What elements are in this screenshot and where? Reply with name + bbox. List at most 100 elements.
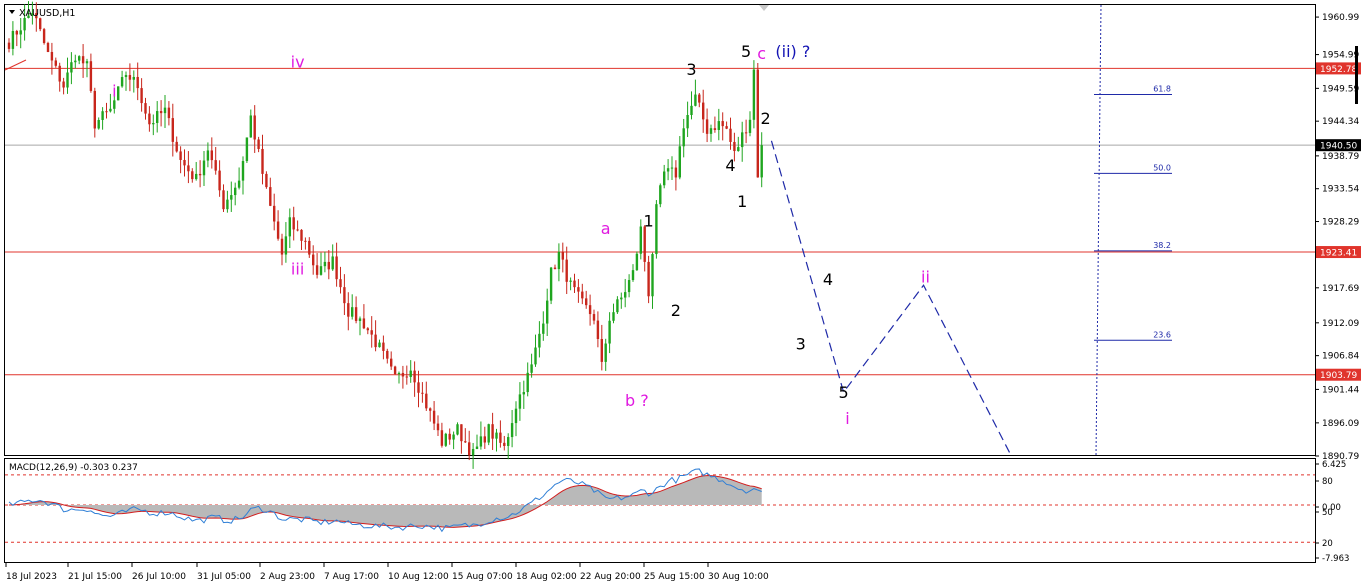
price-tick-label: 1917.69 bbox=[1322, 284, 1359, 294]
candle-body bbox=[561, 252, 564, 260]
candle-body bbox=[335, 256, 338, 280]
candle-body bbox=[530, 364, 533, 373]
time-tick-label: 21 Jul 15:00 bbox=[68, 572, 122, 582]
candle-body bbox=[206, 150, 210, 161]
candle-body bbox=[690, 105, 693, 115]
candle-body bbox=[280, 238, 284, 255]
candle-body bbox=[538, 333, 541, 348]
candle-body bbox=[756, 69, 759, 178]
candle-body bbox=[265, 173, 268, 188]
candle-body bbox=[390, 358, 393, 367]
macd-histogram bbox=[9, 475, 762, 528]
candle-body bbox=[347, 303, 350, 317]
candle-body bbox=[163, 107, 167, 114]
candle-body bbox=[191, 171, 194, 180]
price-tag-label: 1923.41 bbox=[1320, 249, 1357, 259]
candle-body bbox=[600, 339, 603, 362]
candle-body bbox=[62, 81, 65, 88]
candle-body bbox=[179, 151, 182, 160]
candle-body bbox=[159, 111, 163, 114]
candle-body bbox=[97, 119, 100, 129]
candle-body bbox=[503, 442, 506, 446]
candle-body bbox=[117, 86, 120, 101]
candle-body bbox=[694, 94, 697, 106]
candle-body bbox=[495, 432, 498, 439]
candle-body bbox=[565, 259, 568, 282]
time-tick-label: 22 Aug 20:00 bbox=[580, 572, 641, 582]
candle-body bbox=[557, 252, 561, 270]
candle-body bbox=[432, 410, 436, 424]
price-tick-label: 1906.84 bbox=[1322, 352, 1359, 362]
candle-body bbox=[682, 128, 685, 147]
main-chart-frame bbox=[4, 4, 1316, 456]
candle-body bbox=[50, 51, 54, 61]
price-tag-label: 1952.78 bbox=[1320, 65, 1357, 75]
candle-body bbox=[222, 190, 225, 210]
price-tick-label: 1912.09 bbox=[1322, 319, 1359, 329]
candle-body bbox=[156, 111, 159, 123]
symbol-dropdown-icon[interactable] bbox=[9, 10, 15, 14]
time-tick-label: 18 Aug 02:00 bbox=[516, 572, 577, 582]
candle-body bbox=[577, 287, 580, 292]
time-tick-label: 26 Jul 10:00 bbox=[132, 572, 186, 582]
candle-body bbox=[596, 320, 600, 340]
macd-tick-label: 50 bbox=[1322, 508, 1333, 518]
candle-body bbox=[202, 160, 206, 176]
price-tick-label: 1933.54 bbox=[1322, 185, 1359, 195]
wave-label: i bbox=[112, 81, 116, 100]
wave-label: ii bbox=[921, 268, 930, 287]
candle-body bbox=[741, 132, 744, 148]
candle-body bbox=[725, 126, 728, 129]
candle-body bbox=[140, 88, 143, 104]
candle-body bbox=[120, 77, 124, 87]
candle-body bbox=[296, 229, 299, 231]
candle-body bbox=[273, 205, 276, 222]
candle-body bbox=[19, 30, 22, 35]
candle-body bbox=[362, 318, 366, 329]
shift-marker-icon[interactable] bbox=[759, 5, 769, 11]
candle-body bbox=[308, 240, 311, 255]
candle-body bbox=[702, 102, 705, 120]
candle-body bbox=[300, 229, 303, 241]
candle-body bbox=[198, 173, 202, 176]
candle-body bbox=[85, 61, 89, 64]
price-tick-label: 1896.09 bbox=[1322, 419, 1359, 429]
candle-body bbox=[659, 185, 662, 205]
price-tick-label: 1901.44 bbox=[1322, 385, 1359, 395]
candle-body bbox=[733, 141, 736, 152]
fibonacci-layer: 61.8 50.0 38.2 23.6 bbox=[1094, 4, 1172, 457]
candle-body bbox=[624, 292, 627, 298]
wave-label: i bbox=[845, 409, 849, 428]
candle-body bbox=[358, 318, 362, 321]
candle-body bbox=[23, 18, 26, 31]
candle-body bbox=[113, 100, 116, 109]
candle-body bbox=[452, 434, 455, 440]
candle-body bbox=[417, 382, 420, 393]
candle-body bbox=[569, 280, 572, 282]
projected-wave-path[interactable] bbox=[770, 140, 1012, 457]
candle-body bbox=[436, 423, 440, 431]
candle-body bbox=[429, 408, 432, 411]
time-tick-label: 18 Jul 2023 bbox=[6, 572, 57, 582]
price-tick-label: 1960.99 bbox=[1322, 13, 1359, 23]
macd-tick-label: -7.963 bbox=[1322, 554, 1349, 564]
time-tick-label: 31 Jul 05:00 bbox=[197, 572, 251, 582]
macd-tick-label: 20 bbox=[1322, 539, 1333, 549]
candle-body bbox=[378, 342, 381, 348]
price-chart[interactable]: 61.850.038.223.6 iiviiiab ?123415 c (ii) ?… bbox=[0, 0, 1366, 588]
candle-body bbox=[421, 392, 424, 394]
candle-body bbox=[549, 267, 553, 301]
candle-body bbox=[78, 56, 81, 61]
wave-label: 1 bbox=[737, 192, 747, 211]
candle-body bbox=[386, 350, 389, 359]
candle-body bbox=[499, 432, 502, 443]
fib-vertical-line[interactable] bbox=[1095, 4, 1102, 457]
candle-body bbox=[616, 299, 619, 313]
price-tick-label: 1944.34 bbox=[1322, 117, 1359, 127]
wave-label: iv bbox=[291, 53, 305, 72]
candle-body bbox=[479, 436, 483, 447]
candle-body bbox=[631, 270, 635, 281]
scroll-marker[interactable] bbox=[1355, 46, 1358, 104]
candle-body bbox=[401, 372, 405, 377]
candle-body bbox=[136, 76, 139, 89]
